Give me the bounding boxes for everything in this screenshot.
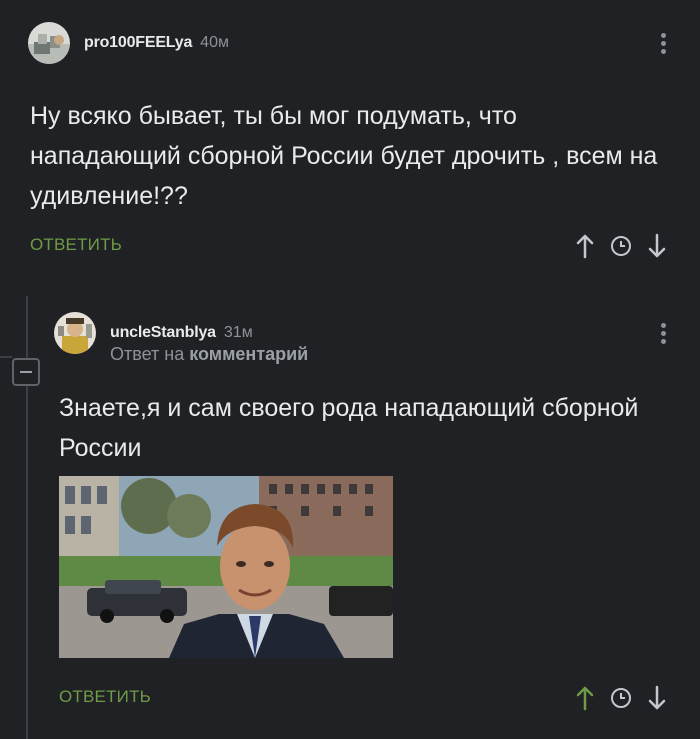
comment: pro100FEELya 40м Ну всяко бывает, ты бы … — [0, 0, 700, 290]
more-options-icon[interactable] — [660, 33, 666, 54]
comment-text: Знаете,я и сам своего рода нападающий сб… — [59, 394, 639, 462]
reply-to-link[interactable]: комментарий — [189, 344, 308, 364]
arrow-down-icon[interactable] — [644, 232, 670, 260]
avatar[interactable] — [28, 22, 70, 64]
avatar[interactable] — [54, 312, 96, 354]
arrow-down-icon[interactable] — [644, 684, 670, 712]
reply-button[interactable]: ОТВЕТИТЬ — [59, 687, 151, 707]
comment-text: Ну всяко бывает, ты бы мог подумать, что… — [30, 102, 658, 210]
arrow-up-icon[interactable] — [572, 684, 598, 712]
reply-button[interactable]: ОТВЕТИТЬ — [30, 235, 122, 255]
reply-to: Ответ на комментарий — [110, 344, 308, 365]
timestamp: 40м — [200, 34, 229, 51]
clock-icon[interactable] — [608, 684, 634, 712]
attached-image[interactable] — [59, 476, 393, 658]
username[interactable]: uncleStanblya — [110, 324, 216, 342]
comment-header: pro100FEELya 40м — [28, 22, 229, 64]
arrow-up-icon[interactable] — [572, 232, 598, 260]
vote-actions — [572, 684, 670, 712]
more-options-icon[interactable] — [660, 323, 666, 344]
clock-icon[interactable] — [608, 232, 634, 260]
timestamp: 31м — [223, 324, 253, 341]
reply-to-prefix: Ответ на — [110, 344, 185, 364]
username[interactable]: pro100FEELya — [84, 34, 192, 52]
vote-actions — [572, 232, 670, 260]
